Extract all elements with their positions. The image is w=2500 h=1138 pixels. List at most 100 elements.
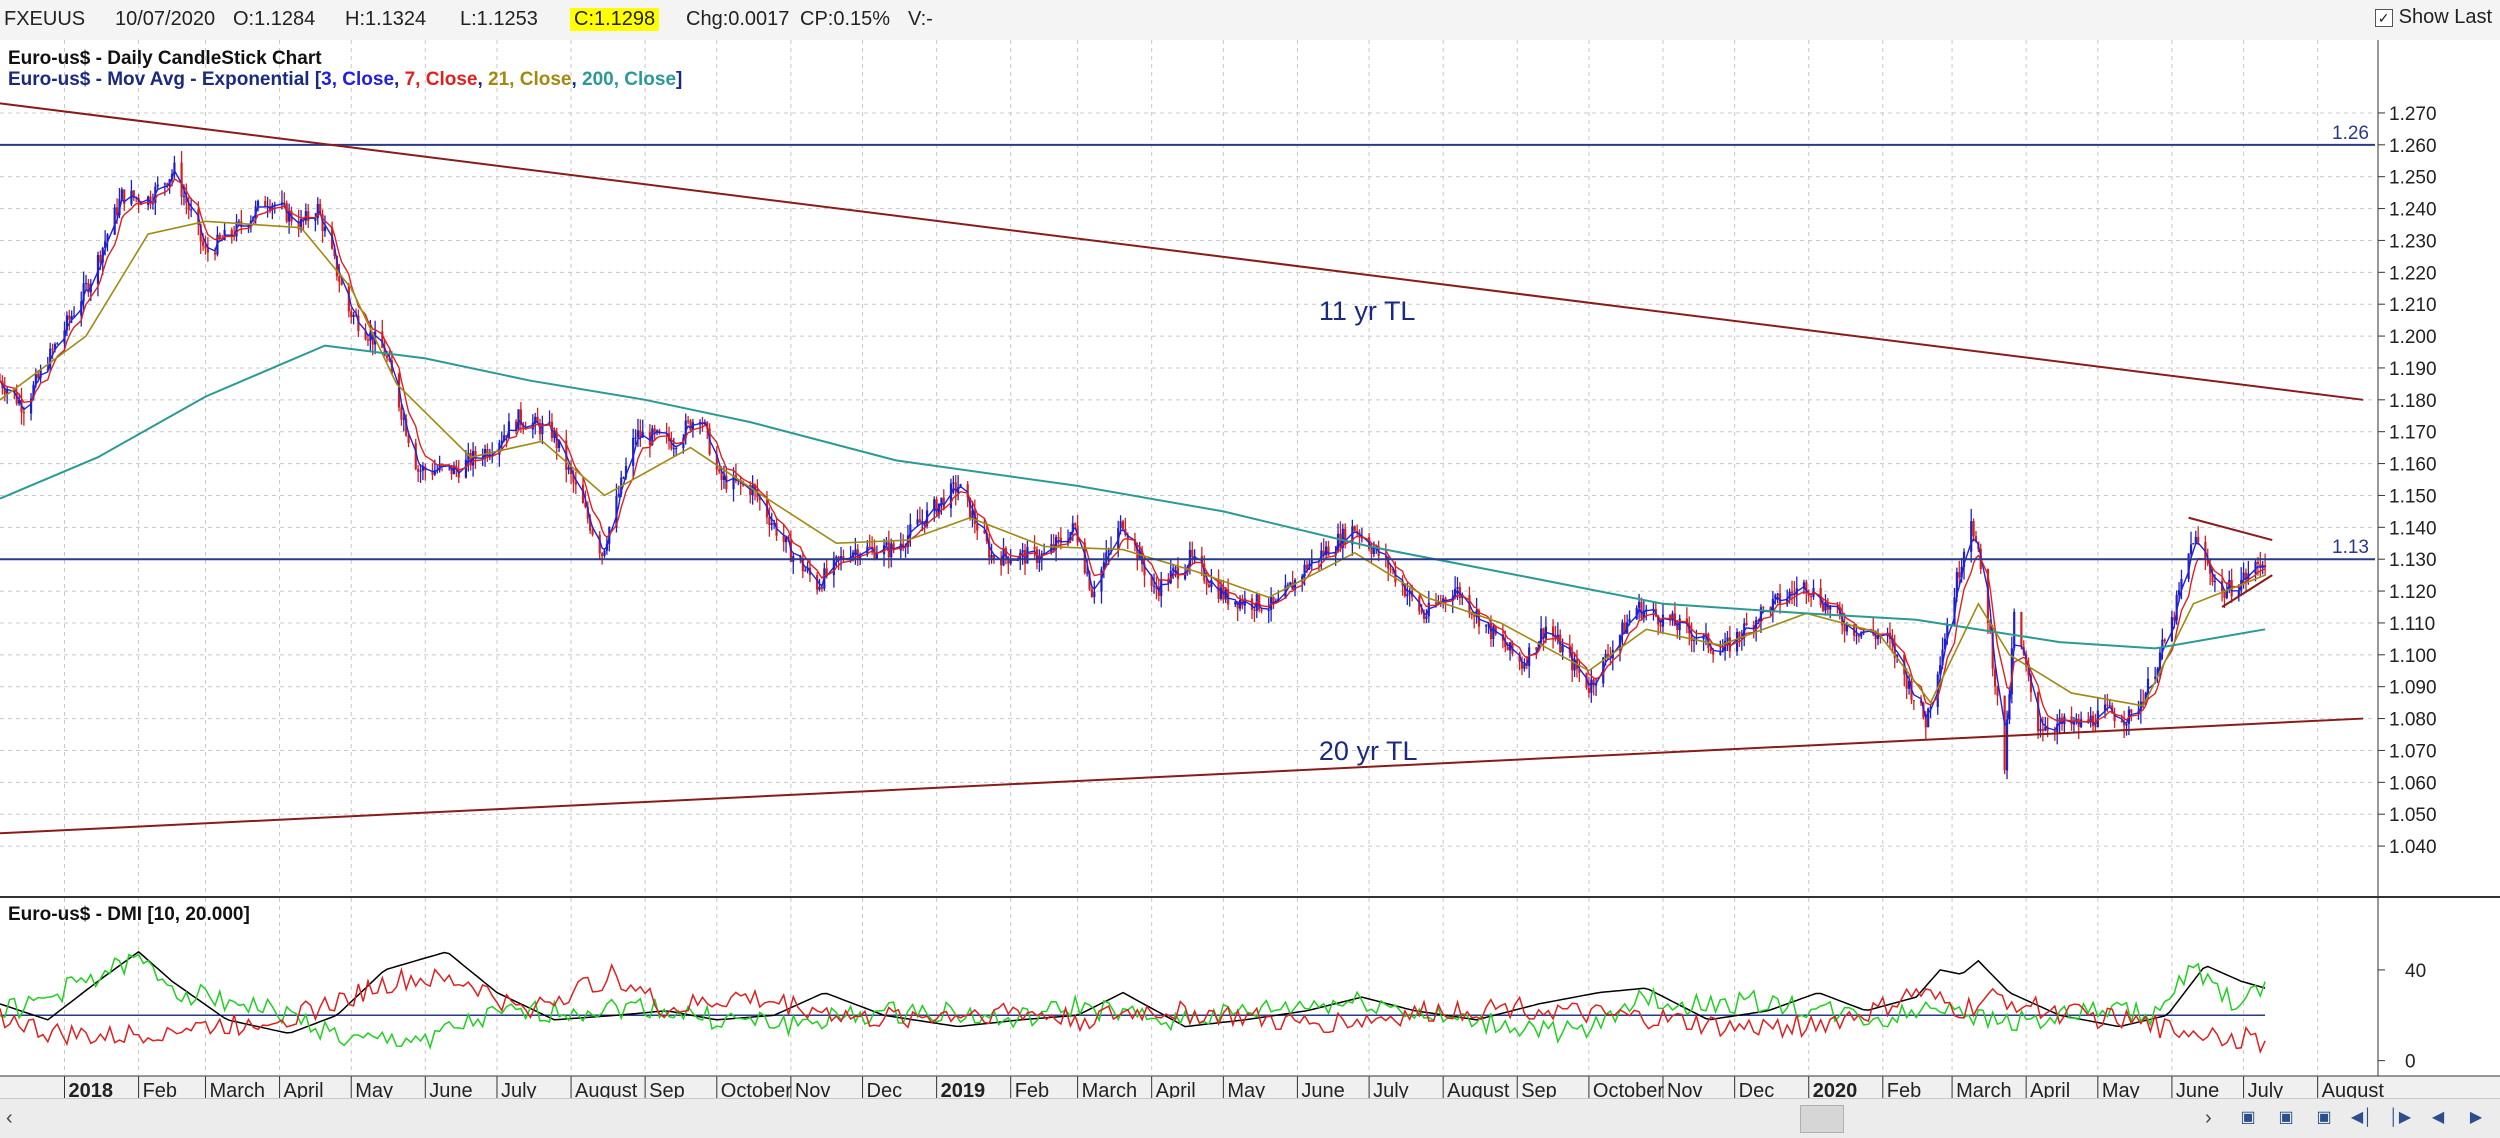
candle-body (2197, 536, 2200, 543)
show-last-toggle[interactable]: ✓ Show Last (2374, 6, 2492, 29)
price-tick-label: 1.050 (2389, 805, 2437, 826)
time-tick-label: Dec (867, 1080, 903, 1098)
price-tick-label: 1.040 (2389, 837, 2437, 858)
candle-body (1587, 687, 1591, 693)
time-tick-label: Feb (143, 1080, 177, 1098)
first-bar-icon[interactable]: ◀│ (2348, 1104, 2376, 1132)
candle-body (835, 556, 838, 558)
candle-body (190, 209, 193, 211)
candle-body (230, 229, 233, 236)
candle-body (1344, 528, 1347, 545)
candle-body (603, 550, 606, 556)
price-tick-label: 1.090 (2389, 678, 2437, 699)
candle-body (1086, 572, 1089, 574)
chart-nav-buttons: ▣ ▣ ▣ ◀│ │▶ ◀ ▶ (2234, 1104, 2490, 1132)
price-tick-label: 1.070 (2389, 741, 2437, 762)
candle-body (718, 469, 721, 472)
price-tick-label: 1.130 (2389, 550, 2437, 571)
ema-label-prefix: Euro-us$ - Mov Avg - Exponential [ (8, 69, 322, 90)
candle-body (1456, 587, 1459, 589)
scroll-right-arrow-icon[interactable]: › (2205, 1107, 2212, 1130)
candle-body (768, 517, 771, 525)
time-tick-label: July (1373, 1080, 1409, 1098)
chart-area[interactable]: 1.040 1.050 1.060 1.070 1.080 1.090 1.100 1.110… (0, 40, 2500, 1098)
show-last-label: Show Last (2398, 6, 2492, 28)
time-tick-label: March (1956, 1080, 2012, 1098)
price-chart-title: Euro-us$ - Daily CandleStick Chart (8, 48, 322, 69)
candle-body (622, 477, 625, 479)
price-tick-label: 1.180 (2389, 391, 2437, 412)
candle-body (400, 407, 403, 420)
candle-body (182, 195, 186, 197)
candle-body (1745, 623, 1748, 625)
candle-body (1389, 568, 1392, 570)
candle-body (1286, 584, 1289, 586)
ema-label-separator: , (394, 69, 405, 90)
scrollbar-thumb[interactable] (1800, 1105, 1844, 1133)
candle-body (213, 252, 217, 255)
candle-body (1119, 521, 1122, 528)
candle-body (51, 348, 54, 350)
time-tick-label: Feb (1887, 1080, 1921, 1098)
candle-body (1776, 593, 1779, 596)
time-tick-label: August (1447, 1080, 1510, 1098)
candle-body (601, 553, 604, 556)
candle-body (2013, 611, 2016, 649)
candle-body (1912, 700, 1915, 702)
candle-body (1637, 601, 1641, 608)
scroll-back-icon[interactable]: ◀ (2424, 1104, 2452, 1132)
candle-body (1790, 591, 1794, 594)
candle-body (1152, 585, 1156, 587)
scroll-forward-icon[interactable]: ▶ (2462, 1104, 2490, 1132)
time-tick-label: May (355, 1080, 393, 1098)
horizontal-level-label: 1.13 (2332, 537, 2369, 558)
candle-body (2225, 590, 2228, 599)
price-tick-label: 1.190 (2389, 359, 2437, 380)
zoom-reset-icon[interactable]: ▣ (2310, 1104, 2338, 1132)
candle-body (1093, 591, 1096, 597)
time-tick-label: October (721, 1080, 792, 1098)
candle-body (2213, 581, 2217, 583)
candle-body (567, 467, 570, 470)
price-panel-background (0, 40, 2500, 900)
volume-label: V:- (908, 8, 933, 30)
candle-body (782, 535, 785, 543)
candle-body (634, 437, 637, 439)
candle-body (2125, 723, 2128, 726)
price-tick-label: 1.110 (2389, 614, 2435, 635)
candle-body (1523, 664, 1526, 669)
candle-body (636, 430, 640, 438)
candle-body (22, 412, 25, 414)
time-tick-label: April (284, 1080, 324, 1098)
show-last-checkbox[interactable]: ✓ (2374, 8, 2393, 27)
time-tick-label: August (2322, 1080, 2385, 1098)
candle-body (2041, 729, 2044, 731)
price-tick-label: 1.160 (2389, 455, 2437, 476)
zoom-out-icon[interactable]: ▣ (2272, 1104, 2300, 1132)
candle-body (1712, 651, 1715, 655)
low-label: L:1.1253 (460, 8, 538, 30)
candle-body (1590, 679, 1593, 693)
high-label: H:1.1324 (345, 8, 427, 30)
candle-body (1258, 594, 1261, 610)
time-tick-label: May (1227, 1080, 1265, 1098)
time-tick-label: June (2176, 1080, 2219, 1098)
horizontal-scrollbar[interactable]: ‹ › ▣ ▣ ▣ ◀│ │▶ ◀ ▶ (0, 1098, 2500, 1138)
candle-body (1425, 616, 1428, 619)
candle-body (2005, 719, 2009, 771)
candle-body (548, 421, 551, 424)
scroll-left-arrow-icon[interactable]: ‹ (6, 1107, 13, 1130)
last-bar-icon[interactable]: │▶ (2386, 1104, 2414, 1132)
ema-label-separator: , (571, 69, 582, 90)
time-tick-label: June (429, 1080, 472, 1098)
trendline-label: 20 yr TL (1319, 736, 1418, 766)
candle-body (264, 200, 267, 207)
candle-body (916, 519, 919, 525)
candle-body (385, 355, 389, 358)
candle-body (1009, 560, 1012, 564)
price-tick-label: 1.230 (2389, 231, 2437, 252)
candle-body (1205, 580, 1208, 585)
zoom-in-icon[interactable]: ▣ (2234, 1104, 2262, 1132)
time-tick-label: Sep (1521, 1080, 1557, 1098)
candle-body (1762, 607, 1765, 609)
